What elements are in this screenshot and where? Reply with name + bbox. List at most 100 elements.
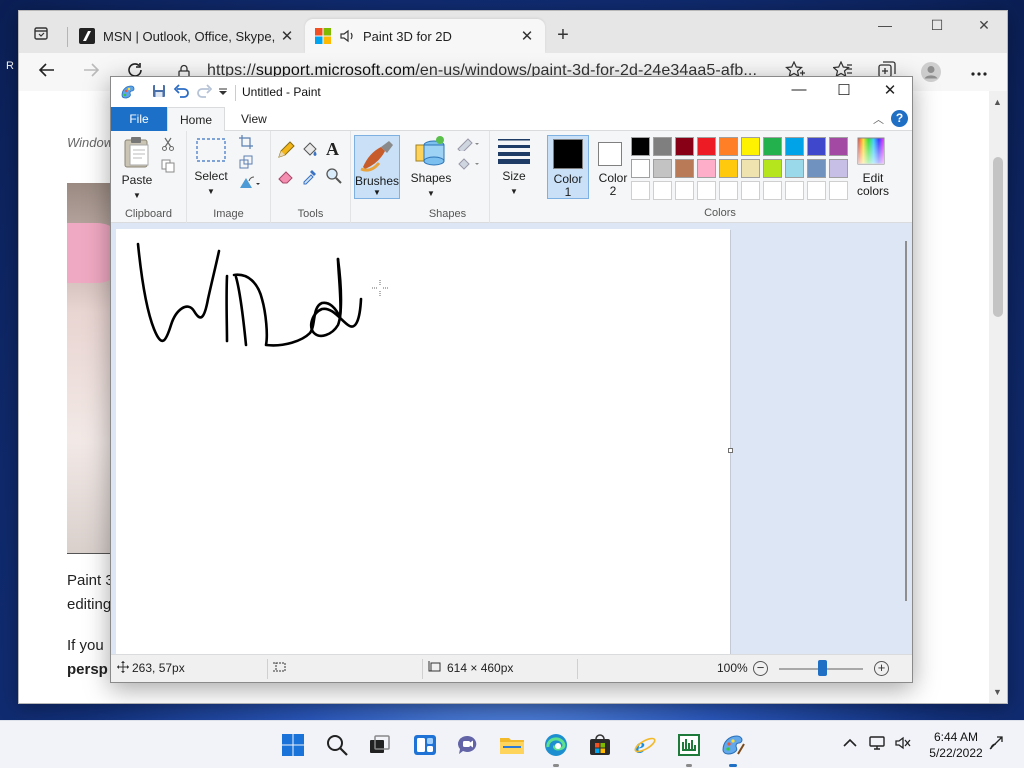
speaker-icon[interactable] — [339, 28, 355, 44]
magnifier-icon[interactable] — [325, 167, 343, 188]
canvas-vertical-scrollbar[interactable] — [905, 241, 907, 601]
profile-avatar-icon[interactable] — [919, 61, 943, 88]
palette-swatch[interactable] — [675, 181, 694, 200]
search-icon[interactable] — [323, 731, 351, 759]
teams-chat-icon[interactable] — [454, 731, 482, 759]
edit-colors-button[interactable]: Edit colors — [853, 135, 893, 199]
close-button[interactable]: ✕ — [969, 17, 999, 34]
palette-swatch[interactable] — [763, 137, 782, 156]
paint-app-icon[interactable] — [119, 83, 137, 104]
notification-icon[interactable] — [988, 735, 1006, 754]
fill-icon[interactable] — [456, 157, 480, 174]
help-icon[interactable]: ? — [891, 110, 908, 127]
minimize-button[interactable]: — — [784, 81, 814, 98]
tab-file[interactable]: File — [111, 107, 167, 131]
palette-swatch[interactable] — [653, 137, 672, 156]
back-icon[interactable] — [35, 61, 59, 84]
tab-actions-icon[interactable] — [31, 23, 51, 43]
task-manager-icon[interactable] — [675, 731, 703, 767]
undo-icon[interactable] — [173, 84, 190, 101]
palette-swatch[interactable] — [675, 159, 694, 178]
select-button[interactable]: Select ▼ — [193, 137, 229, 198]
palette-swatch[interactable] — [653, 181, 672, 200]
close-icon[interactable]: ✕ — [519, 27, 535, 45]
eraser-icon[interactable] — [277, 167, 295, 188]
palette-swatch[interactable] — [785, 181, 804, 200]
paint-icon[interactable] — [719, 731, 747, 767]
text-icon[interactable]: A — [325, 139, 343, 162]
close-button[interactable]: ✕ — [875, 81, 905, 99]
palette-swatch[interactable] — [719, 181, 738, 200]
zoom-slider-thumb[interactable] — [818, 660, 827, 676]
collapse-ribbon-icon[interactable]: ︿ — [873, 111, 884, 127]
page-scrollbar[interactable]: ▲ ▼ — [989, 91, 1007, 703]
palette-swatch[interactable] — [675, 137, 694, 156]
palette-swatch[interactable] — [785, 159, 804, 178]
tab-paint-3d-for-2d[interactable]: Paint 3D for 2D ✕ — [305, 19, 545, 53]
size-button[interactable]: Size ▼ — [496, 137, 532, 198]
palette-swatch[interactable] — [631, 137, 650, 156]
more-options-icon[interactable] — [967, 61, 991, 82]
brushes-dropdown-icon[interactable]: ▼ — [355, 188, 399, 197]
palette-swatch[interactable] — [741, 159, 760, 178]
maximize-button[interactable]: ☐ — [922, 17, 952, 34]
resize-icon[interactable] — [239, 155, 253, 172]
shapes-button[interactable]: Shapes ▼ — [410, 135, 452, 200]
palette-swatch[interactable] — [719, 137, 738, 156]
palette-swatch[interactable] — [785, 137, 804, 156]
desktop-icon-fragment[interactable]: R — [6, 60, 14, 72]
palette-swatch[interactable] — [807, 159, 826, 178]
breadcrumb[interactable]: Window — [67, 135, 113, 150]
file-explorer-icon[interactable] — [498, 731, 526, 759]
zoom-in-button[interactable]: + — [874, 661, 889, 676]
palette-swatch[interactable] — [697, 137, 716, 156]
scroll-up-icon[interactable]: ▲ — [993, 97, 1002, 107]
resize-handle-right[interactable] — [728, 448, 733, 453]
color1-button[interactable]: Color 1 — [547, 135, 589, 199]
forward-icon[interactable] — [79, 61, 103, 84]
palette-swatch[interactable] — [631, 181, 650, 200]
zoom-out-button[interactable]: − — [753, 661, 768, 676]
maximize-button[interactable]: ☐ — [829, 81, 859, 99]
palette-swatch[interactable] — [829, 137, 848, 156]
redo-icon[interactable] — [196, 84, 213, 101]
copy-icon[interactable] — [161, 159, 175, 176]
palette-swatch[interactable] — [653, 159, 672, 178]
cut-icon[interactable] — [161, 137, 175, 154]
size-dropdown-icon[interactable]: ▼ — [496, 185, 532, 198]
task-view-icon[interactable] — [366, 731, 394, 759]
minimize-button[interactable]: — — [870, 17, 900, 33]
drawing-canvas[interactable] — [116, 229, 730, 659]
palette-swatch[interactable] — [829, 159, 848, 178]
palette-swatch[interactable] — [763, 159, 782, 178]
palette-swatch[interactable] — [697, 181, 716, 200]
shapes-dropdown-icon[interactable]: ▼ — [410, 187, 452, 200]
tab-home[interactable]: Home — [167, 107, 225, 132]
outline-icon[interactable] — [456, 137, 480, 154]
edge-icon[interactable] — [542, 731, 570, 767]
widgets-icon[interactable] — [411, 731, 439, 759]
palette-swatch[interactable] — [741, 137, 760, 156]
customize-toolbar-icon[interactable] — [218, 84, 228, 100]
palette-swatch[interactable] — [697, 159, 716, 178]
scrollbar-thumb[interactable] — [993, 157, 1003, 317]
rotate-icon[interactable] — [239, 175, 261, 192]
tab-msn[interactable]: MSN | Outlook, Office, Skype, Bi ✕ — [69, 19, 305, 53]
palette-swatch[interactable] — [763, 181, 782, 200]
color-picker-icon[interactable] — [301, 167, 319, 188]
crop-icon[interactable] — [239, 135, 253, 152]
color2-button[interactable]: Color 2 — [593, 135, 633, 199]
pencil-icon[interactable] — [277, 141, 295, 162]
brushes-button[interactable]: Brushes ▼ — [354, 135, 400, 199]
palette-swatch[interactable] — [807, 137, 826, 156]
select-dropdown-icon[interactable]: ▼ — [193, 185, 229, 198]
store-icon[interactable] — [586, 731, 614, 759]
tab-view[interactable]: View — [227, 107, 281, 131]
close-icon[interactable]: ✕ — [279, 27, 295, 45]
windows-start-icon[interactable] — [279, 731, 307, 759]
save-icon[interactable] — [152, 84, 166, 101]
paste-dropdown-icon[interactable]: ▼ — [119, 189, 155, 202]
palette-swatch[interactable] — [631, 159, 650, 178]
network-icon[interactable] — [869, 735, 887, 754]
volume-muted-icon[interactable] — [894, 735, 912, 754]
